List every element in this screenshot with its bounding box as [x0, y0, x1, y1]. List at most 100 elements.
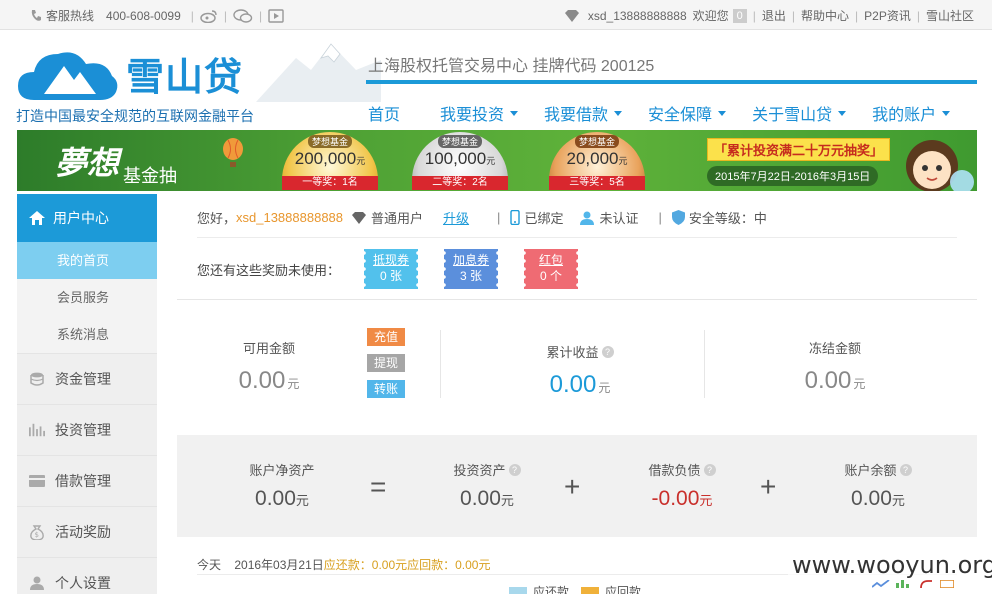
save-icon[interactable] [940, 580, 954, 588]
sidebar-item-label: 活动奖励 [55, 524, 111, 540]
promo-banner[interactable]: 夢想 基金抽 梦想基金 200,000元 一等奖：1名 梦想基金 100,000… [17, 130, 977, 191]
transfer-button[interactable]: 转账 [367, 380, 405, 398]
id-verify-status[interactable]: 未认证 [599, 208, 638, 227]
stat-value: 0.00 [549, 371, 597, 398]
help-center-link[interactable]: 帮助中心 [801, 7, 849, 24]
sidebar-item-personal-settings[interactable]: 个人设置 [17, 557, 157, 594]
banner-date: 2015年7月22日-2016年3月15日 [707, 166, 879, 186]
nav-security[interactable]: 安全保障 [648, 101, 727, 125]
message-count-badge[interactable]: 0 [732, 8, 747, 23]
help-icon[interactable]: ? [703, 464, 716, 476]
ticket-count: 0 个 [540, 269, 563, 283]
sidebar-item-rewards[interactable]: $ 活动奖励 [17, 506, 157, 557]
cash-coupon-ticket[interactable]: 抵现券 0 张 [362, 249, 421, 289]
sidebar-item-investment[interactable]: 投资管理 [17, 404, 157, 455]
balloon-icon [223, 138, 243, 167]
bar-chart-icon[interactable] [896, 580, 912, 588]
hotline-number: 400-608-0099 [106, 8, 181, 23]
sidebar-item-loans[interactable]: 借款管理 [17, 455, 157, 506]
nav-borrow[interactable]: 我要借款 [544, 101, 623, 125]
topbar-username[interactable]: xsd_13888888888 [588, 9, 687, 23]
banner-promo: 「累计投资满二十万元抽奖」 [707, 138, 891, 161]
help-icon[interactable]: ? [899, 464, 912, 476]
help-icon[interactable]: ? [601, 346, 614, 358]
stat-value: 0.00 [804, 367, 852, 394]
prize-tag: 梦想基金 [574, 135, 619, 148]
plus-sign: + [564, 471, 581, 502]
prize-second: 梦想基金 100,000元 二等奖：2名 [412, 132, 508, 190]
stat-unit: 元 [853, 377, 866, 391]
chevron-down-icon [718, 110, 727, 116]
main-nav: 首页 我要投资 我要借款 安全保障 关于雪山贷 我的账户 [368, 101, 951, 125]
asset-equation: 账户净资产 0.00元 = 投资资产? 0.00元 + 借款负债? -0.00元… [177, 435, 977, 537]
eq-loan-debt: 借款负债? -0.00元 [627, 460, 737, 511]
community-link[interactable]: 雪山社区 [926, 7, 974, 24]
eq-value: 0.00 [460, 487, 501, 510]
sidebar-item-system-messages[interactable]: 系统消息 [17, 316, 157, 353]
chevron-down-icon [510, 110, 519, 116]
prize-unit: 元 [356, 156, 366, 166]
stat-label: 可用金额 [242, 341, 295, 356]
sidebar-item-member-service[interactable]: 会员服务 [17, 279, 157, 316]
wechat-icon[interactable] [233, 8, 253, 23]
refresh-icon[interactable] [918, 580, 934, 588]
eq-label: 借款负债 [648, 463, 701, 478]
prize-tag: 梦想基金 [437, 135, 482, 148]
sidebar-item-funds[interactable]: 资金管理 [17, 353, 157, 404]
nav-about[interactable]: 关于雪山贷 [752, 101, 847, 125]
bar-chart-icon [29, 423, 45, 437]
sidebar-item-label: 投资管理 [55, 422, 111, 438]
top-bar: 客服热线 400-608-0099 | | | xsd_13888888888 … [0, 0, 992, 30]
nav-home[interactable]: 首页 [368, 101, 400, 125]
user-name[interactable]: xsd_13888888888 [236, 210, 343, 225]
sidebar-head-user-center[interactable]: 用户中心 [17, 194, 157, 242]
interest-coupon-ticket[interactable]: 加息券 3 张 [442, 249, 501, 289]
prize-amount: 200,000 [294, 149, 357, 168]
nav-account[interactable]: 我的账户 [872, 101, 951, 125]
chevron-down-icon [614, 110, 623, 116]
eq-unit: 元 [891, 493, 905, 508]
greeting: 您好， [197, 211, 237, 226]
chart-legend: 应还款 应回款 [509, 583, 641, 594]
stat-frozen: 冻结金额 0.00 元 [795, 338, 875, 395]
home-icon [29, 211, 45, 225]
header: 雪山贷 打造中国最安全规范的互联网金融平台 上海股权托管交易中心 挂牌代码 20… [0, 30, 992, 130]
nav-invest[interactable]: 我要投资 [440, 101, 519, 125]
line-chart-icon[interactable] [872, 580, 890, 588]
eq-account-balance: 账户余额? 0.00元 [823, 460, 933, 511]
eq-label: 账户净资产 [249, 463, 315, 478]
recharge-button[interactable]: 充值 [367, 328, 405, 346]
help-icon[interactable]: ? [508, 464, 521, 476]
withdraw-button[interactable]: 提现 [367, 354, 405, 372]
prize-amount: 20,000 [566, 149, 619, 168]
ticket-count: 3 张 [460, 269, 483, 283]
eq-unit: 元 [699, 493, 713, 508]
logo[interactable]: 雪山贷 打造中国最安全规范的互联网金融平台 [16, 40, 381, 130]
prize-unit: 元 [618, 156, 628, 166]
weibo-icon[interactable] [200, 9, 218, 23]
account-stats: 可用金额 0.00 元 充值 提现 转账 累计收益? 0.00 元 冻结金额 0.0… [177, 300, 977, 434]
action-buttons: 充值 提现 转账 [367, 328, 405, 406]
cloud-logo-icon [18, 52, 118, 100]
red-packet-ticket[interactable]: 红包 0 个 [522, 249, 581, 289]
eq-net-assets: 账户净资产 0.00元 [237, 460, 327, 511]
video-icon[interactable] [268, 8, 284, 23]
nav-invest-label: 我要投资 [440, 107, 505, 124]
logout-link[interactable]: 退出 [762, 7, 786, 24]
stat-label: 累计收益 [546, 345, 599, 360]
eq-value: -0.00 [651, 487, 700, 510]
banner-title: 夢想 [55, 144, 120, 182]
prize-tag: 梦想基金 [307, 135, 352, 148]
chevron-down-icon [942, 110, 951, 116]
upgrade-link[interactable]: 升级 [443, 208, 469, 227]
cartoon-girl-graphic [906, 140, 974, 191]
ticket-name: 红包 [539, 253, 564, 267]
sidebar-item-my-home[interactable]: 我的首页 [17, 242, 157, 279]
watermark: www.wooyun.org [788, 551, 992, 579]
phone-bind-status: 已绑定 [524, 211, 564, 226]
p2p-news-link[interactable]: P2P资讯 [864, 7, 911, 24]
plus-sign: + [760, 471, 777, 502]
today-label: 今天 [197, 558, 222, 572]
legend-repay: 应还款 [533, 585, 570, 594]
diamond-icon [351, 211, 367, 224]
